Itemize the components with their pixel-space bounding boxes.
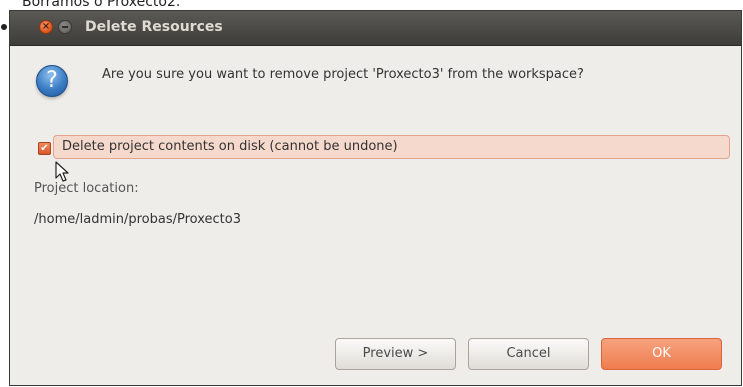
ok-button[interactable]: OK bbox=[601, 338, 722, 370]
delete-resources-dialog: × Delete Resources ? Are you sure you wa… bbox=[9, 10, 742, 386]
project-location-label: Project location: bbox=[34, 181, 139, 196]
window-title: Delete Resources bbox=[85, 19, 223, 35]
mouse-pointer-icon bbox=[55, 161, 69, 182]
preview-button[interactable]: Preview > bbox=[335, 338, 456, 370]
minimize-icon[interactable] bbox=[58, 20, 72, 34]
question-icon: ? bbox=[36, 65, 68, 97]
delete-contents-checkbox[interactable]: ✔ bbox=[38, 142, 51, 155]
cancel-button[interactable]: Cancel bbox=[468, 338, 589, 370]
close-icon[interactable]: × bbox=[39, 20, 53, 34]
list-bullet bbox=[1, 24, 7, 30]
caption-text: Borramos o Proxecto2. bbox=[22, 0, 181, 10]
project-location-value: /home/ladmin/probas/Proxecto3 bbox=[34, 212, 241, 227]
confirmation-prompt: Are you sure you want to remove project … bbox=[102, 67, 584, 82]
delete-contents-label[interactable]: Delete project contents on disk (cannot … bbox=[62, 139, 398, 154]
titlebar: × Delete Resources bbox=[10, 11, 741, 46]
